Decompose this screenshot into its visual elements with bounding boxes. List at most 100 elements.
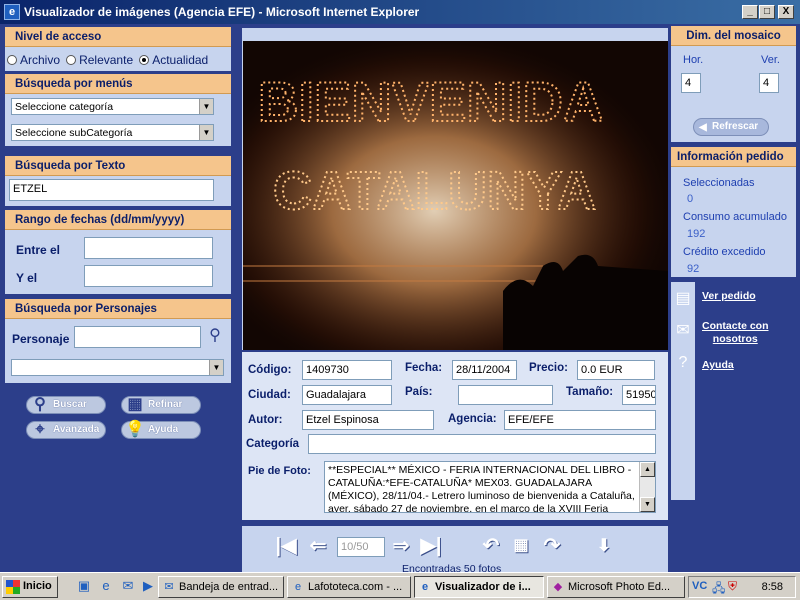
radio-actualidad-label: Actualidad [152, 53, 209, 67]
refresh-icon: ◀ [699, 122, 707, 133]
maximize-button[interactable]: □ [759, 5, 775, 19]
person-search-section: Búsqueda por Personajes Personaje ⚲ ▼ [5, 299, 231, 383]
size-value: 51950 [622, 385, 656, 405]
link-icon-strip [671, 282, 695, 500]
radio-relevante-label: Relevante [79, 53, 134, 67]
credit-value: 92 [687, 263, 700, 275]
task-visualizador[interactable]: e Visualizador de i... [414, 576, 544, 598]
access-level-header: Nivel de acceso [5, 27, 231, 47]
selected-value: 0 [687, 193, 694, 205]
add-to-order-icon[interactable]: ⬇ [590, 535, 618, 559]
consumption-value: 192 [687, 228, 706, 240]
category-value [308, 434, 656, 454]
first-page-icon[interactable]: |◀ [272, 535, 300, 559]
title-bar: e Visualizador de imágenes (Agencia EFE)… [0, 0, 800, 24]
date-value: 28/11/2004 [452, 360, 517, 380]
chevron-down-icon[interactable]: ▼ [199, 125, 213, 140]
advanced-button[interactable]: ⌖ Avanzada [26, 421, 106, 439]
scroll-down-icon[interactable]: ▼ [640, 497, 655, 512]
previous-arrow-icon[interactable]: ⇐ [304, 535, 332, 559]
network-icon[interactable]: 🖧 [712, 579, 725, 600]
task-lafototeca[interactable]: e Lafototeca.com - ... [287, 576, 411, 598]
radio-archivo[interactable] [7, 55, 17, 65]
help-button-label: Ayuda [148, 424, 179, 435]
view-order-link[interactable]: Ver pedido [702, 290, 756, 303]
photo-frame: BIENVENIDA CATALUNYA [242, 28, 668, 350]
radio-relevante[interactable] [66, 55, 77, 65]
task-inbox-label: Bandeja de entrad... [179, 581, 279, 593]
subcategory-select-value: Seleccione subCategoría [15, 127, 133, 139]
order-info-header: Información pedido [671, 147, 796, 167]
grid-view-icon[interactable]: ▦ [507, 535, 535, 559]
task-inbox[interactable]: ✉ Bandeja de entrad... [158, 576, 284, 598]
refine-button[interactable]: ▦ Refinar [121, 396, 201, 414]
lightbulb-icon: 💡 [125, 421, 145, 438]
last-page-icon[interactable]: ▶| [417, 535, 445, 559]
contact-link-line2: nosotros [712, 333, 758, 345]
person-search-header: Búsqueda por Personajes [5, 299, 231, 319]
author-value: Etzel Espinosa [302, 410, 434, 430]
navigation-bar: |◀ ⇐ 10/50 ⇒ ▶| ↶ ▦ ↷ ⬇ Encontradas 50 f… [242, 526, 668, 575]
author-label: Autor: [248, 414, 283, 426]
caption-scrollbar[interactable]: ▲ ▼ [639, 462, 655, 512]
help-link[interactable]: Ayuda [702, 359, 734, 372]
chevron-down-icon[interactable]: ▼ [199, 99, 213, 114]
agency-value: EFE/EFE [504, 410, 656, 430]
mosaic-ver-input[interactable]: 4 [759, 73, 779, 93]
question-icon[interactable]: ? [674, 354, 692, 372]
task-photo-editor[interactable]: ◆ Microsoft Photo Ed... [547, 576, 685, 598]
desktop-icon[interactable]: ▣ [76, 578, 92, 594]
refresh-button[interactable]: ◀ Refrescar [693, 118, 769, 136]
radio-actualidad[interactable] [139, 55, 150, 65]
chevron-down-icon[interactable]: ▼ [209, 360, 223, 375]
person-label: Personaje [12, 332, 70, 346]
shield-icon[interactable]: ⛨ [728, 579, 737, 594]
person-input[interactable] [74, 326, 201, 348]
rotate-right-icon[interactable]: ↷ [538, 535, 566, 559]
refresh-button-label: Refrescar [712, 121, 759, 132]
caption-textarea[interactable]: **ESPECIAL** MÉXICO - FERIA INTERNACIONA… [324, 461, 656, 513]
mail-icon: ✉ [164, 581, 174, 593]
page-indicator[interactable]: 10/50 [337, 537, 385, 557]
main-photo[interactable]: BIENVENIDA CATALUNYA [243, 41, 668, 350]
date-from-input[interactable] [84, 237, 213, 259]
envelope-icon[interactable]: ✉ [674, 320, 692, 340]
viewer-panel: BIENVENIDA CATALUNYA Código: 1409730 Fec… [240, 24, 668, 575]
mosaic-header: Dim. del mosaico [671, 26, 796, 46]
system-tray: VC 🖧 ⛨ 8:58 [688, 576, 796, 598]
text-search-section: Búsqueda por Texto ETZEL [5, 156, 231, 206]
mosaic-hor-input[interactable]: 4 [681, 73, 701, 93]
date-to-input[interactable] [84, 265, 213, 287]
menu-search-section: Búsqueda por menús Seleccione categoría … [5, 74, 231, 146]
antivirus-icon[interactable]: VC [692, 580, 707, 592]
scroll-up-icon[interactable]: ▲ [640, 462, 655, 477]
search-icon[interactable]: ⚲ [205, 326, 225, 346]
category-select[interactable]: Seleccione categoría ▼ [11, 98, 214, 115]
mosaic-section: Dim. del mosaico Hor. Ver. 4 4 ◀ Refresca… [671, 26, 796, 142]
minimize-button[interactable]: _ [742, 5, 758, 19]
search-button[interactable]: ⚲ Buscar [26, 396, 106, 414]
help-button[interactable]: 💡 Ayuda [121, 421, 201, 439]
task-photo-editor-label: Microsoft Photo Ed... [568, 581, 671, 593]
size-label: Tamaño: [566, 386, 614, 398]
rotate-left-icon[interactable]: ↶ [477, 535, 505, 559]
price-label: Precio: [529, 362, 568, 374]
start-button[interactable]: Inicio [2, 576, 58, 598]
media-icon[interactable]: ▶ [140, 578, 156, 594]
outlook-icon[interactable]: ✉ [120, 578, 136, 594]
window-title: Visualizador de imágenes (Agencia EFE) -… [24, 5, 420, 19]
contact-link-line1: Contacte con [702, 320, 769, 332]
subcategory-select[interactable]: Seleccione subCategoría ▼ [11, 124, 214, 141]
text-search-input[interactable]: ETZEL [9, 179, 214, 201]
city-value: Guadalajara [302, 385, 392, 405]
photo-details: Código: 1409730 Fecha: 28/11/2004 Precio… [242, 352, 668, 520]
category-select-value: Seleccione categoría [15, 101, 114, 113]
contact-link[interactable]: Contacte con nosotros [702, 320, 769, 346]
close-button[interactable]: X [778, 5, 794, 19]
ie-icon[interactable]: e [98, 578, 114, 594]
next-arrow-icon[interactable]: ⇒ [387, 535, 415, 559]
order-icon[interactable]: ▤ [674, 288, 692, 308]
country-label: País: [405, 386, 433, 398]
person-select[interactable]: ▼ [11, 359, 224, 376]
country-value [458, 385, 553, 405]
